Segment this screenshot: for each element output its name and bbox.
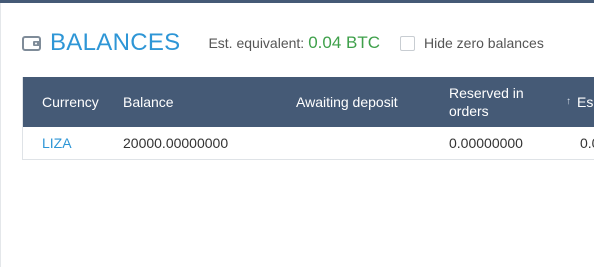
wallet-icon xyxy=(22,35,41,51)
column-header-reserved-in-orders[interactable]: Reserved in orders xyxy=(449,77,549,127)
currency-link[interactable]: LIZA xyxy=(42,127,72,158)
top-border xyxy=(0,0,594,3)
column-header-balance[interactable]: Balance xyxy=(123,77,174,127)
left-edge xyxy=(0,3,1,267)
column-header-est[interactable]: ↑ Es xyxy=(566,77,593,127)
est-value-cell: 0.0 xyxy=(580,134,594,151)
sort-up-arrow-icon: ↑ xyxy=(566,96,571,107)
table-row: LIZA 20000.00000000 0.00000000 0.0 xyxy=(23,127,594,158)
hide-zero-checkbox[interactable] xyxy=(400,35,415,51)
balances-table: Currency Balance Awaiting deposit Reserv… xyxy=(22,77,594,160)
est-equivalent-value: 0.04 BTC xyxy=(308,33,380,52)
page-title: BALANCES xyxy=(50,29,181,56)
column-header-est-label: Es xyxy=(577,94,594,110)
est-equivalent-label: Est. equivalent: xyxy=(208,35,305,51)
hide-zero-label[interactable]: Hide zero balances xyxy=(424,35,544,51)
balances-header: BALANCES Est. equivalent: 0.04 BTC Hide … xyxy=(22,28,544,58)
reserved-value: 0.00000000 xyxy=(449,134,523,151)
column-header-currency[interactable]: Currency xyxy=(42,77,99,127)
table-header: Currency Balance Awaiting deposit Reserv… xyxy=(23,77,594,127)
hide-zero-toggle[interactable]: Hide zero balances xyxy=(400,35,544,51)
column-header-awaiting-deposit[interactable]: Awaiting deposit xyxy=(296,77,398,127)
balance-value: 20000.00000000 xyxy=(123,134,229,151)
